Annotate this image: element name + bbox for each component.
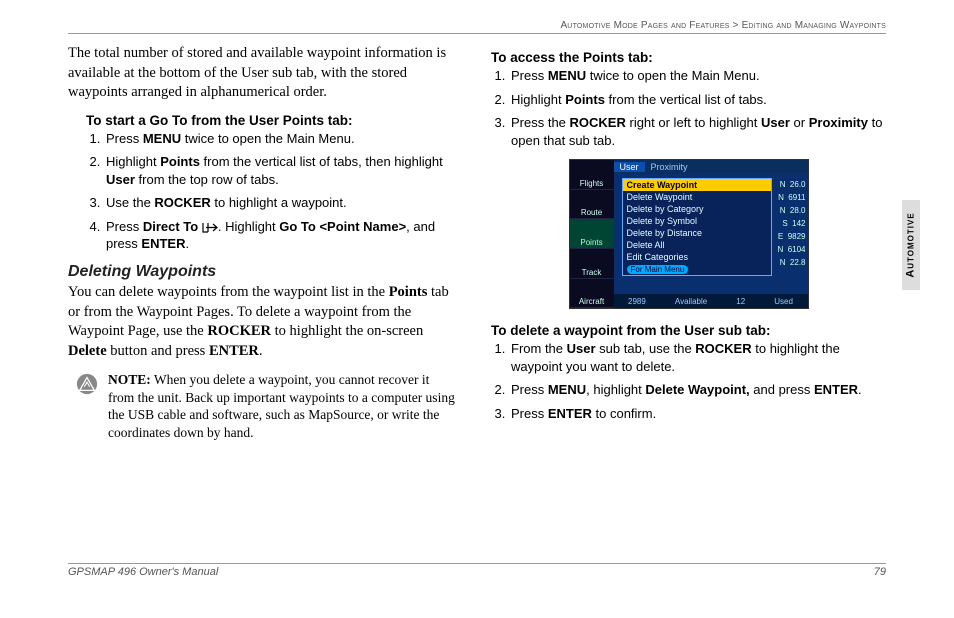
ss-popup-menu: Create Waypoint Delete Waypoint Delete b… bbox=[622, 178, 772, 276]
proc-steps: Press MENU twice to open the Main Menu. … bbox=[86, 130, 463, 253]
proc-heading: To delete a waypoint from the User sub t… bbox=[491, 323, 886, 338]
ss-menu-hint: For Main Menu bbox=[623, 263, 771, 275]
proc-steps: Press MENU twice to open the Main Menu. … bbox=[491, 67, 886, 149]
ss-left-tabs: Flights Route Points Track Aircraft bbox=[570, 160, 614, 308]
deleting-paragraph: You can delete waypoints from the waypoi… bbox=[68, 283, 463, 361]
step: Press ENTER to confirm. bbox=[509, 405, 886, 423]
ss-menu-item: Delete Waypoint bbox=[623, 191, 771, 203]
ss-top-tabs: User Proximity bbox=[614, 160, 808, 174]
ss-right-panel: User Proximity Create Waypoint Delete Wa… bbox=[614, 160, 808, 308]
ss-tab: Flights bbox=[570, 160, 614, 190]
note-text: NOTE: When you delete a waypoint, you ca… bbox=[108, 371, 459, 441]
breadcrumb: Automotive Mode Pages and Features > Edi… bbox=[68, 20, 886, 34]
ss-subtab: User bbox=[614, 162, 645, 172]
device-screenshot: Flights Route Points Track Aircraft User… bbox=[569, 159, 809, 309]
procedure-access-points: To access the Points tab: Press MENU twi… bbox=[491, 50, 886, 149]
proc-heading: To start a Go To from the User Points ta… bbox=[86, 113, 463, 128]
ss-menu-item: Delete All bbox=[623, 239, 771, 251]
footer-page-number: 79 bbox=[874, 566, 886, 578]
ss-tab: Route bbox=[570, 190, 614, 220]
page-footer: GPSMAP 496 Owner's Manual 79 bbox=[68, 563, 886, 578]
ss-menu-item: Delete by Distance bbox=[623, 227, 771, 239]
direct-to-icon bbox=[202, 222, 218, 233]
ss-tab: Aircraft bbox=[570, 279, 614, 309]
proc-steps: From the User sub tab, use the ROCKER to… bbox=[491, 340, 886, 422]
step: Press the ROCKER right or left to highli… bbox=[509, 114, 886, 149]
left-column: The total number of stored and available… bbox=[68, 44, 463, 441]
ss-menu-area: Create Waypoint Delete Waypoint Delete b… bbox=[614, 174, 808, 294]
footer-title: GPSMAP 496 Owner's Manual bbox=[68, 566, 218, 578]
chapter-side-tab: Automotive bbox=[902, 200, 920, 290]
ss-menu-item: Delete by Symbol bbox=[623, 215, 771, 227]
intro-paragraph: The total number of stored and available… bbox=[68, 44, 463, 103]
section-heading-deleting: Deleting Waypoints bbox=[68, 263, 463, 281]
ss-status-bar: 2989 Available 12 Used bbox=[614, 294, 808, 308]
step: From the User sub tab, use the ROCKER to… bbox=[509, 340, 886, 375]
ss-tab: Track bbox=[570, 249, 614, 279]
breadcrumb-section: Automotive Mode Pages and Features bbox=[560, 20, 729, 31]
step: Press Direct To . Highlight Go To <Point… bbox=[104, 218, 463, 253]
step: Press MENU, highlight Delete Waypoint, a… bbox=[509, 381, 886, 399]
note-block: NOTE: When you delete a waypoint, you ca… bbox=[76, 371, 459, 441]
breadcrumb-sub: Editing and Managing Waypoints bbox=[742, 20, 886, 31]
step: Highlight Points from the vertical list … bbox=[104, 153, 463, 188]
ss-menu-item: Delete by Category bbox=[623, 203, 771, 215]
step: Press MENU twice to open the Main Menu. bbox=[104, 130, 463, 148]
ss-subtab: Proximity bbox=[645, 162, 694, 172]
right-column: To access the Points tab: Press MENU twi… bbox=[491, 44, 886, 441]
procedure-delete-waypoint: To delete a waypoint from the User sub t… bbox=[491, 323, 886, 422]
ss-menu-item: Create Waypoint bbox=[623, 179, 771, 191]
side-tab-label: Automotive bbox=[905, 212, 917, 277]
warning-icon bbox=[76, 373, 98, 395]
ss-value-column: N 26.0 N 6911 N 28.0 S 142 E 9829 N 6104… bbox=[777, 178, 805, 269]
ss-tab-active: Points bbox=[570, 219, 614, 249]
manual-page: Automotive Mode Pages and Features > Edi… bbox=[0, 0, 954, 618]
proc-heading: To access the Points tab: bbox=[491, 50, 886, 65]
ss-menu-item: Edit Categories bbox=[623, 251, 771, 263]
content-columns: The total number of stored and available… bbox=[68, 44, 886, 441]
procedure-goto: To start a Go To from the User Points ta… bbox=[68, 113, 463, 253]
step: Use the ROCKER to highlight a waypoint. bbox=[104, 194, 463, 212]
step: Press MENU twice to open the Main Menu. bbox=[509, 67, 886, 85]
step: Highlight Points from the vertical list … bbox=[509, 91, 886, 109]
